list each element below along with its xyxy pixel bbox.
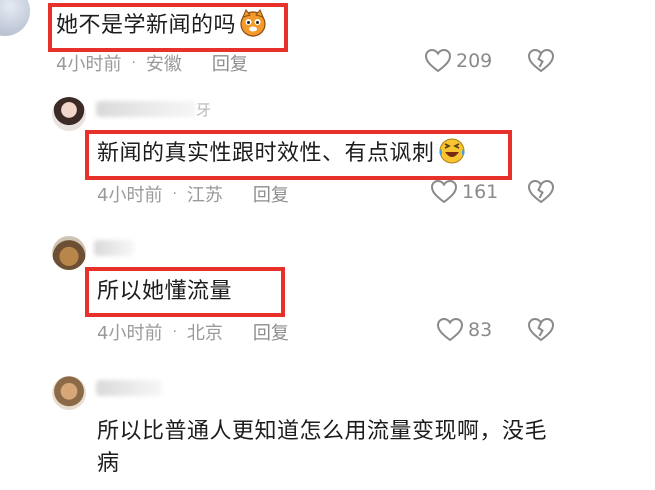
- comment-text: 所以她懂流量: [97, 277, 232, 307]
- comment-text: 她不是学新闻的吗: [56, 8, 268, 41]
- heart-outline-icon: [430, 179, 458, 204]
- comment-meta: 4小时前 · 江苏 回复: [97, 181, 289, 207]
- heart-outline-icon: [436, 317, 464, 342]
- comment-text: 新闻的真实性跟时效性、有点讽刺: [97, 136, 467, 169]
- comment-body: 她不是学新闻的吗: [56, 13, 237, 38]
- separator-dot: ·: [131, 55, 136, 71]
- reply-button[interactable]: 回复: [253, 181, 289, 207]
- comment-time: 4小时前: [97, 185, 163, 206]
- comment-text: 所以比普通人更知道怎么用流量变现啊，没毛病: [97, 416, 567, 480]
- dislike-button[interactable]: [527, 179, 555, 209]
- like-count: 83: [468, 319, 493, 341]
- comment-location: 北京: [186, 323, 223, 344]
- reply-button[interactable]: 回复: [253, 319, 289, 345]
- heart-outline-icon: [424, 48, 452, 73]
- username-blurred: [96, 380, 162, 396]
- separator-dot: ·: [172, 186, 177, 202]
- comment-thread: 她不是学新闻的吗 4小时前 · 安徽 回复 209 牙 新闻的真实性跟时效性、有…: [0, 0, 655, 490]
- comment-body: 所以比普通人更知道怎么用流量变现啊，没毛病: [97, 419, 548, 476]
- dislike-button[interactable]: [527, 48, 555, 78]
- comment-location: 安徽: [145, 54, 182, 75]
- comment-time: 4小时前: [56, 54, 122, 75]
- username-blurred: [94, 240, 134, 256]
- like-button[interactable]: 83: [436, 317, 492, 343]
- orange-cat-face-icon: [240, 9, 266, 37]
- comment-location: 江苏: [186, 185, 223, 206]
- broken-heart-icon: [527, 179, 555, 204]
- separator-dot: ·: [172, 324, 177, 340]
- username-suffix: 牙: [196, 101, 212, 119]
- avatar[interactable]: [52, 376, 86, 410]
- like-button[interactable]: 161: [430, 179, 498, 205]
- reply-button[interactable]: 回复: [212, 50, 248, 76]
- comment-meta: 4小时前 · 北京 回复: [97, 319, 289, 345]
- avatar[interactable]: [52, 236, 86, 270]
- like-count: 209: [456, 50, 493, 72]
- comment-body: 新闻的真实性跟时效性、有点讽刺: [97, 141, 435, 166]
- like-count: 161: [462, 181, 499, 203]
- dislike-button[interactable]: [527, 317, 555, 347]
- avatar[interactable]: [0, 0, 30, 36]
- username-blurred: [96, 101, 196, 117]
- avatar[interactable]: [52, 97, 86, 131]
- like-button[interactable]: 209: [424, 48, 492, 74]
- comment-body: 所以她懂流量: [97, 279, 233, 304]
- comment-time: 4小时前: [97, 323, 163, 344]
- broken-heart-icon: [527, 317, 555, 342]
- laughing-tears-face-icon: [439, 138, 465, 164]
- comment-meta: 4小时前 · 安徽 回复: [56, 50, 248, 76]
- broken-heart-icon: [527, 48, 555, 73]
